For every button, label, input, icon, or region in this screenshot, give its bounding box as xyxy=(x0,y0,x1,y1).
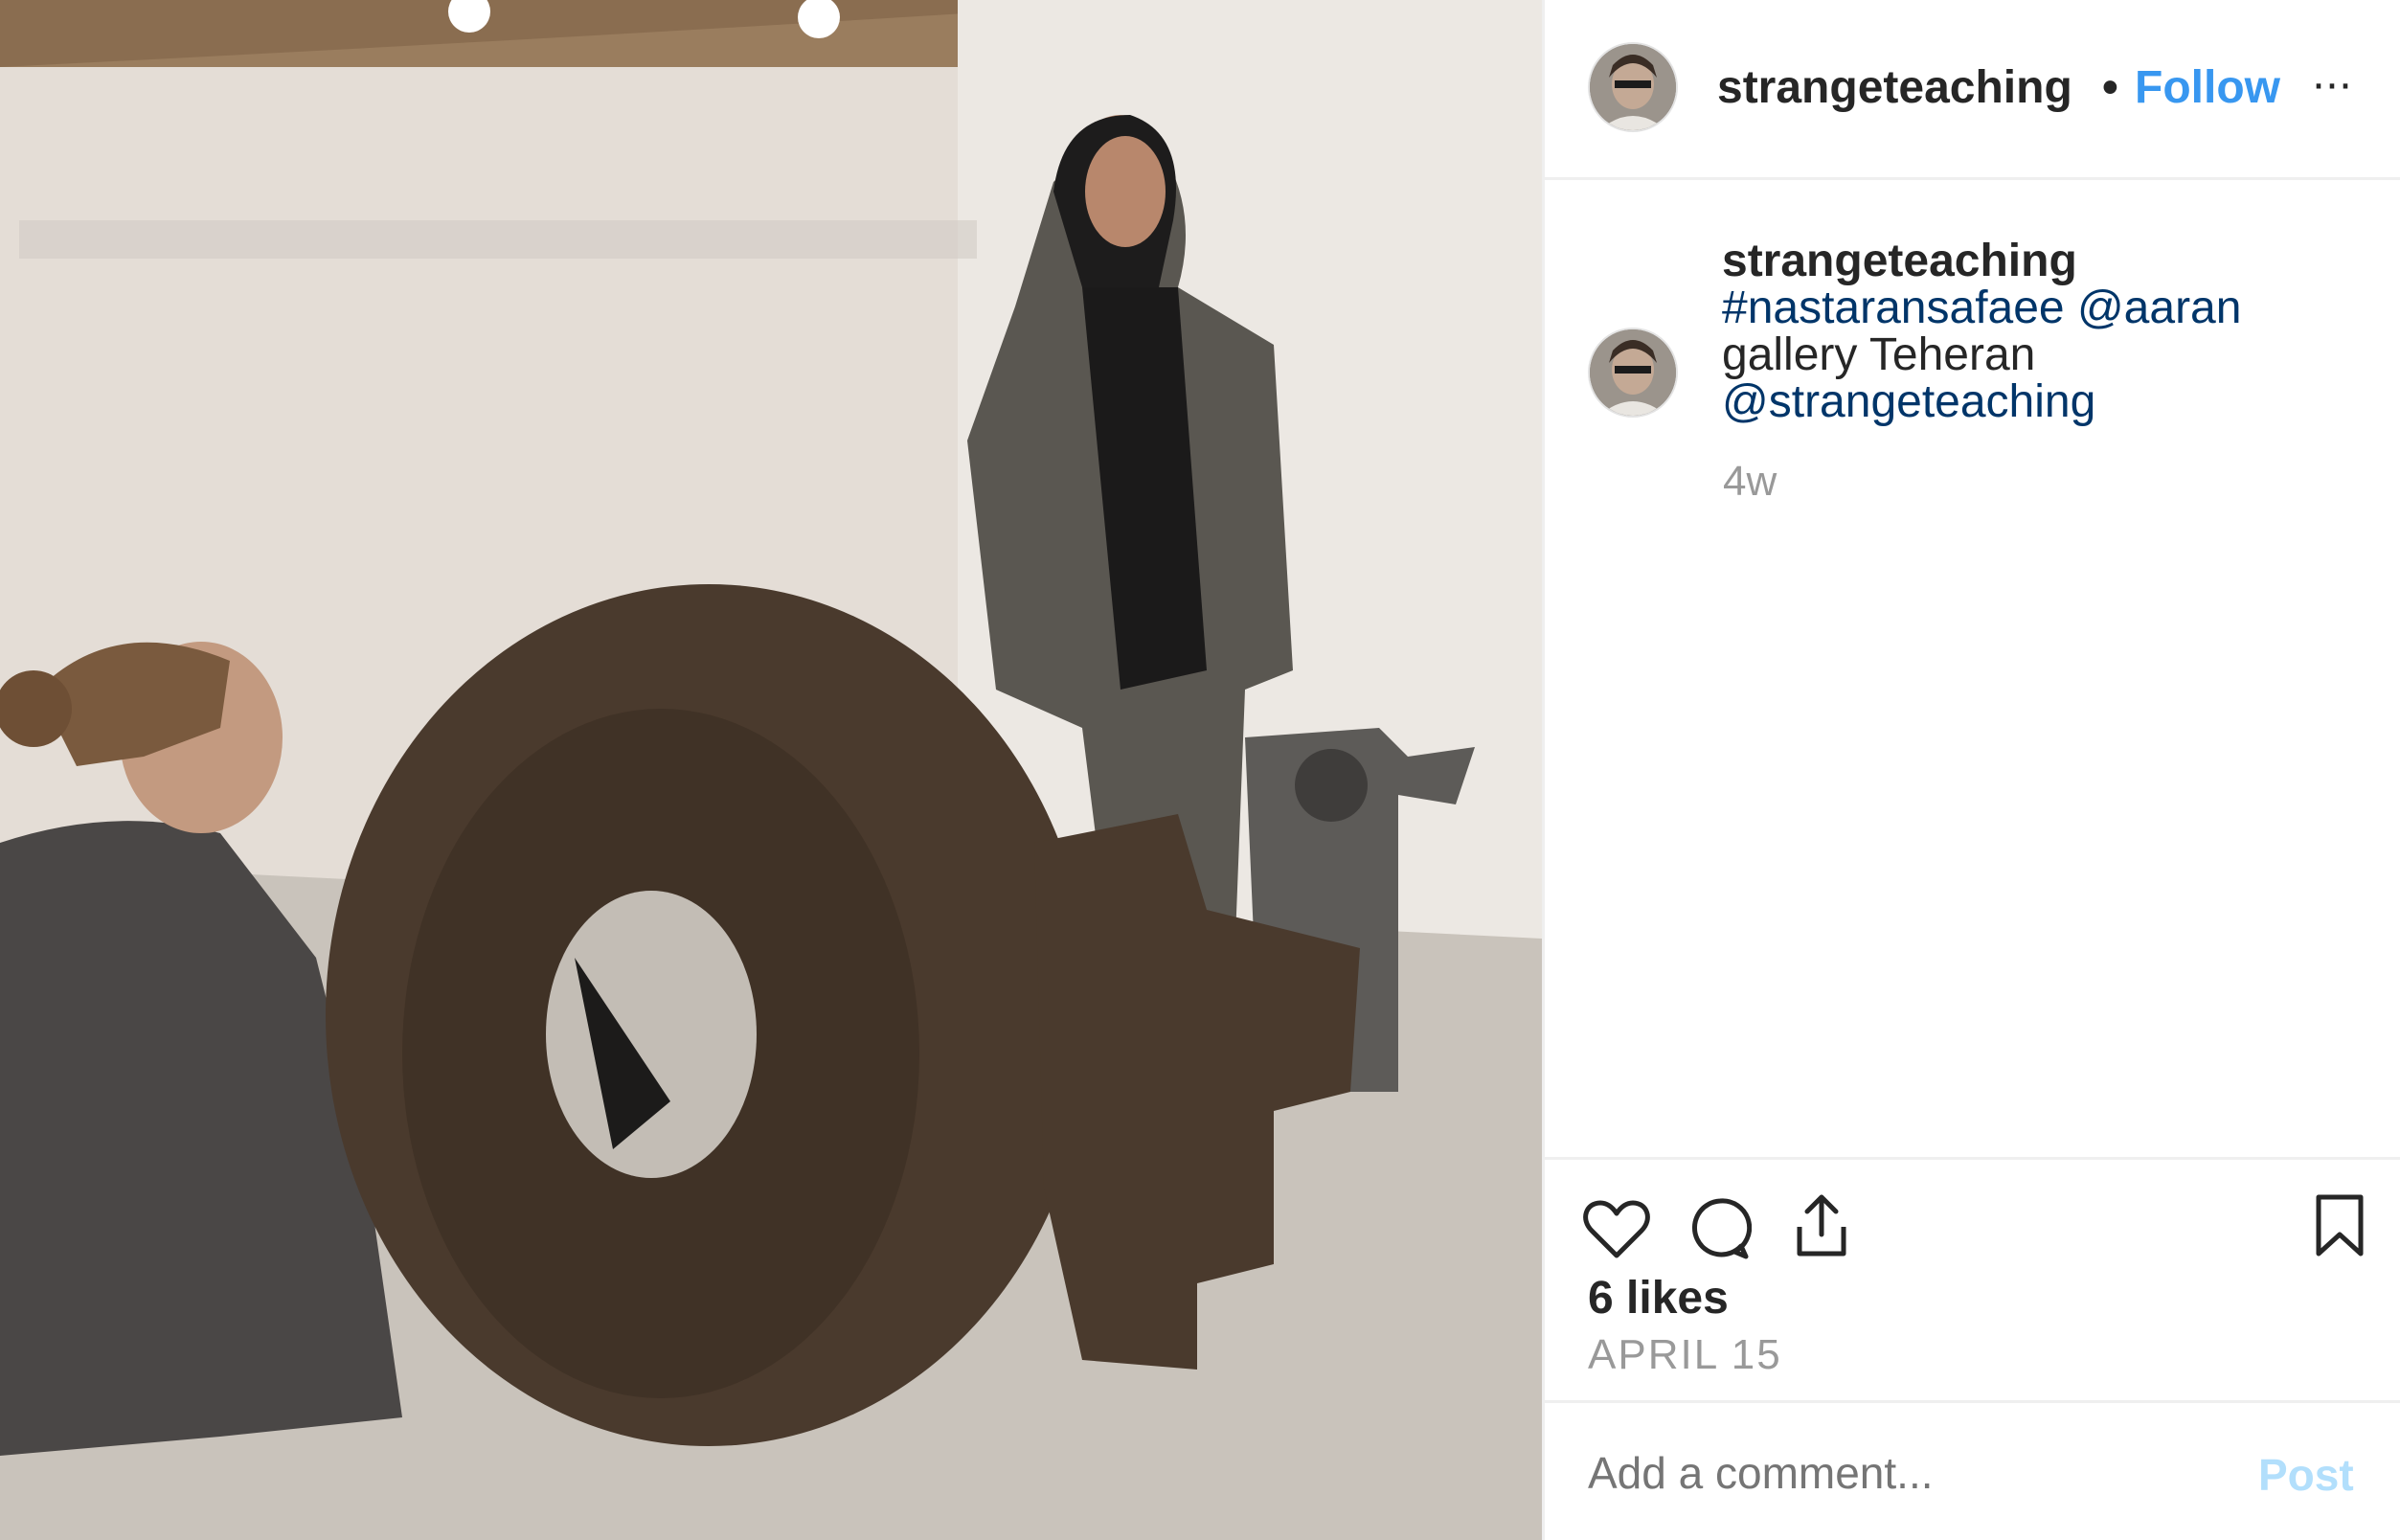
likes-count[interactable]: 6 likes xyxy=(1588,1272,1729,1325)
post-side-panel: strangeteaching • Follow ··· strangeteac… xyxy=(1542,0,2400,1540)
more-options-icon[interactable]: ··· xyxy=(2311,57,2353,110)
mention-link[interactable]: @strangeteaching xyxy=(1722,376,2095,427)
avatar-image xyxy=(1590,329,1676,416)
caption-text: gallery Teheran xyxy=(1722,329,2036,380)
comment-icon[interactable] xyxy=(1688,1196,1752,1261)
post-date: APRIL 15 xyxy=(1588,1331,1782,1378)
post-header: strangeteaching • Follow ··· xyxy=(1545,0,2400,180)
avatar-image xyxy=(1590,44,1676,130)
heart-icon[interactable] xyxy=(1583,1198,1650,1261)
share-icon[interactable] xyxy=(1790,1192,1853,1259)
photo-illustration xyxy=(0,0,1542,1540)
comment-input[interactable] xyxy=(1588,1447,2210,1499)
follow-button[interactable]: Follow xyxy=(2135,61,2280,114)
bookmark-icon[interactable] xyxy=(2311,1192,2368,1259)
post-author-username[interactable]: strangeteaching xyxy=(1717,61,2100,114)
avatar[interactable] xyxy=(1588,42,1678,132)
mention-link[interactable]: @aaran xyxy=(2077,283,2242,333)
post-photo[interactable] xyxy=(0,0,1542,1540)
separator-dot: • xyxy=(2102,62,2118,113)
caption-avatar[interactable] xyxy=(1588,328,1678,418)
post-comment-button[interactable]: Post xyxy=(2258,1449,2354,1501)
caption-username[interactable]: strangeteaching xyxy=(1722,238,2354,284)
caption-time[interactable]: 4w xyxy=(1723,458,1777,506)
comment-bar: Post xyxy=(1545,1400,2400,1540)
hashtag-link[interactable]: #nastaransafaee xyxy=(1722,283,2065,333)
post-caption: strangeteaching #nastaransafaee @aaran g… xyxy=(1722,238,2354,425)
